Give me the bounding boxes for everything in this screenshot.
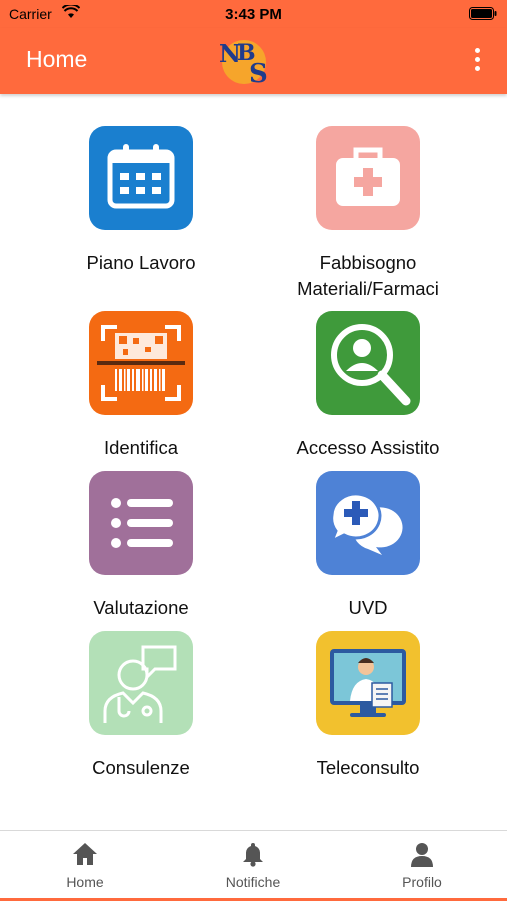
calendar-icon	[89, 126, 193, 230]
svg-text:S: S	[249, 59, 268, 88]
nav-label: Profilo	[402, 874, 442, 890]
more-options-icon[interactable]	[465, 48, 489, 74]
page-title: Home	[26, 46, 88, 72]
app-bar: Home N B S	[0, 28, 507, 94]
home-icon	[71, 843, 99, 871]
bottom-nav: Home Notifiche Profilo	[0, 830, 507, 901]
battery-icon	[469, 7, 497, 25]
medical-kit-icon	[316, 126, 420, 230]
tile-teleconsulto[interactable]: Teleconsulto	[258, 631, 478, 781]
tile-label: Accesso Assistito	[296, 437, 440, 458]
nav-item-profilo[interactable]: Profilo	[362, 841, 482, 890]
doctor-consult-icon	[89, 631, 193, 735]
tile-label: Piano Lavoro	[86, 252, 196, 273]
tile-accesso-assistito[interactable]: Accesso Assistito	[258, 311, 478, 461]
nav-item-home[interactable]: Home	[25, 841, 145, 890]
bell-icon	[241, 843, 265, 871]
medical-chat-icon	[316, 471, 420, 575]
nav-label: Home	[66, 874, 104, 890]
tile-label: Identifica	[103, 437, 179, 458]
user-search-icon	[316, 311, 420, 415]
nbs-logo: N B S	[213, 32, 273, 93]
tile-uvd[interactable]: UVD	[258, 471, 478, 621]
telemedicine-icon	[316, 631, 420, 735]
nav-label: Notifiche	[225, 874, 281, 890]
qr-barcode-scan-icon	[89, 311, 193, 415]
tile-identifica[interactable]: Identifica	[31, 311, 251, 461]
user-icon	[409, 843, 435, 871]
list-icon	[89, 471, 193, 575]
tile-consulenze[interactable]: Consulenze	[31, 631, 251, 781]
tile-label: Teleconsulto	[316, 757, 420, 778]
tile-label: Consulenze	[92, 757, 190, 778]
nav-item-notifiche[interactable]: Notifiche	[193, 841, 313, 890]
status-time: 3:43 PM	[225, 6, 282, 23]
tile-fabbisogno[interactable]: Fabbisogno Materiali/Farmaci	[258, 126, 478, 302]
tile-label: UVD	[348, 597, 388, 618]
tile-valutazione[interactable]: Valutazione	[31, 471, 251, 621]
status-bar: Carrier 3:43 PM	[0, 0, 507, 28]
tile-label: Valutazione	[93, 597, 189, 618]
tile-label: Fabbisogno Materiali/Farmaci	[297, 252, 439, 299]
tile-piano-lavoro[interactable]: Piano Lavoro	[31, 126, 251, 276]
